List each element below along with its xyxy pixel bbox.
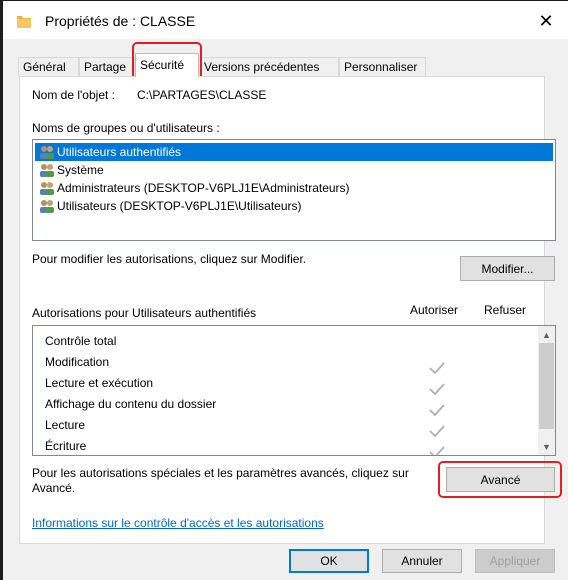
permission-row-list-folder: Affichage du contenu du dossier	[45, 394, 216, 415]
tab-general[interactable]: Général	[18, 57, 79, 76]
modify-button[interactable]: Modifier...	[460, 256, 555, 281]
group-item-users[interactable]: Utilisateurs (DESKTOP-V6PLJ1E\Utilisateu…	[35, 197, 553, 215]
scroll-thumb[interactable]	[539, 343, 554, 429]
permission-row-full-control: Contrôle total	[45, 331, 116, 352]
allow-check-icon	[429, 425, 445, 437]
apply-button[interactable]: Appliquer	[475, 549, 555, 573]
group-item-label: Système	[57, 163, 104, 177]
permissions-listbox[interactable]: Contrôle total Modification Lecture et e…	[32, 325, 556, 456]
advanced-hint-line2: Avancé.	[32, 481, 76, 495]
permission-row-read-execute: Lecture et exécution	[45, 373, 153, 394]
permission-row-modify: Modification	[45, 352, 109, 373]
permissions-scrollbar[interactable]: ▲ ▼	[538, 326, 555, 455]
permission-label: Contrôle total	[45, 334, 117, 348]
allow-check-icon	[429, 383, 445, 395]
scroll-down-icon[interactable]: ▼	[538, 438, 555, 455]
scroll-up-icon[interactable]: ▲	[538, 326, 555, 343]
permission-label: Lecture et exécution	[45, 376, 154, 390]
permission-label: Lecture	[45, 418, 86, 432]
ok-button[interactable]: OK	[289, 549, 369, 573]
users-icon	[40, 164, 54, 177]
tab-securite[interactable]: Sécurité	[135, 53, 199, 77]
permission-label: Modification	[45, 355, 110, 369]
group-item-system[interactable]: Système	[35, 161, 553, 179]
permission-label: Écriture	[45, 439, 87, 453]
deny-column-header: Refuser	[484, 303, 527, 317]
groups-listbox[interactable]: Utilisateurs authentifiés Système Admini…	[32, 139, 556, 241]
permission-row-write: Écriture	[45, 436, 87, 455]
window-title: Propriétés de : CLASSE	[45, 13, 196, 29]
group-item-label: Administrateurs (DESKTOP-V6PLJ1E\Adminis…	[57, 181, 350, 195]
allow-check-icon	[429, 362, 445, 374]
object-name-value: C:\PARTAGES\CLASSE	[137, 88, 267, 102]
users-icon	[40, 200, 54, 213]
advanced-hint-line1: Pour les autorisations spéciales et les …	[32, 466, 409, 480]
permission-row-read: Lecture	[45, 415, 85, 436]
groups-label: Noms de groupes ou d'utilisateurs :	[32, 121, 220, 135]
modify-hint: Pour modifier les autorisations, cliquez…	[32, 252, 307, 266]
close-button[interactable]: ✕	[532, 7, 560, 35]
title-bar: Propriétés de : CLASSE ✕	[3, 1, 568, 39]
cancel-button[interactable]: Annuler	[382, 549, 462, 573]
allow-check-icon	[429, 446, 445, 455]
group-item-administrators[interactable]: Administrateurs (DESKTOP-V6PLJ1E\Adminis…	[35, 179, 553, 197]
allow-column-header: Autoriser	[410, 303, 459, 317]
users-icon	[40, 146, 54, 159]
access-control-info-link[interactable]: Informations sur le contrôle d'accès et …	[32, 516, 324, 530]
tab-partage[interactable]: Partage	[79, 57, 135, 76]
tab-personnaliser[interactable]: Personnaliser	[339, 57, 426, 76]
folder-icon	[17, 16, 31, 28]
permission-label: Affichage du contenu du dossier	[45, 397, 217, 411]
group-item-label: Utilisateurs authentifiés	[57, 145, 182, 159]
close-icon: ✕	[538, 10, 554, 31]
users-icon	[40, 182, 54, 195]
object-name-label: Nom de l'objet :	[32, 88, 115, 102]
allow-check-icon	[429, 404, 445, 416]
advanced-button[interactable]: Avancé	[446, 467, 555, 492]
permissions-for-label: Autorisations pour Utilisateurs authenti…	[32, 306, 257, 320]
group-item-authenticated-users[interactable]: Utilisateurs authentifiés	[35, 143, 553, 161]
group-item-label: Utilisateurs (DESKTOP-V6PLJ1E\Utilisateu…	[57, 199, 302, 213]
tab-versions-precedentes[interactable]: Versions précédentes	[199, 57, 339, 76]
